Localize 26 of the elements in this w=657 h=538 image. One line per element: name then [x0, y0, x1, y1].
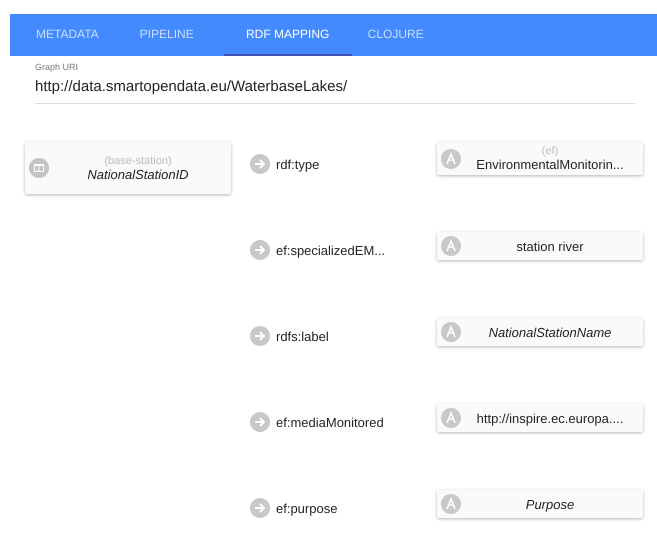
object-value: http://inspire.ec.europa....	[476, 410, 624, 426]
subject-card[interactable]: (base-station) NationalStationID	[25, 142, 231, 194]
literal-icon	[441, 408, 461, 428]
object-value: station river	[516, 238, 584, 254]
object-prefix: (ef)	[542, 145, 558, 157]
object-card[interactable]: Purpose	[437, 490, 643, 518]
object-card[interactable]: NationalStationName	[437, 318, 643, 346]
literal-icon	[441, 322, 461, 342]
subject-prefix: (base-station)	[104, 154, 172, 166]
predicate-label: rdf:type	[276, 156, 320, 172]
table-icon	[29, 158, 49, 178]
object-card[interactable]: http://inspire.ec.europa....	[437, 404, 643, 432]
object-value: Purpose	[526, 496, 574, 512]
predicate-label: rdfs:label	[276, 328, 329, 344]
subject-name: NationalStationID	[87, 166, 189, 182]
object-value: NationalStationName	[488, 324, 612, 340]
predicate-label: ef:specializedEM...	[276, 242, 386, 258]
predicate-label: ef:mediaMonitored	[276, 414, 384, 430]
object-value: EnvironmentalMonitorin...	[476, 157, 624, 172]
literal-icon	[441, 236, 461, 256]
literal-icon	[441, 494, 461, 514]
object-card[interactable]: (ef) EnvironmentalMonitorin...	[437, 142, 643, 175]
field-label: Graph URI	[35, 62, 80, 72]
literal-icon	[441, 148, 461, 168]
object-card[interactable]: station river	[437, 232, 643, 260]
predicate-label: ef:purpose	[276, 500, 338, 516]
